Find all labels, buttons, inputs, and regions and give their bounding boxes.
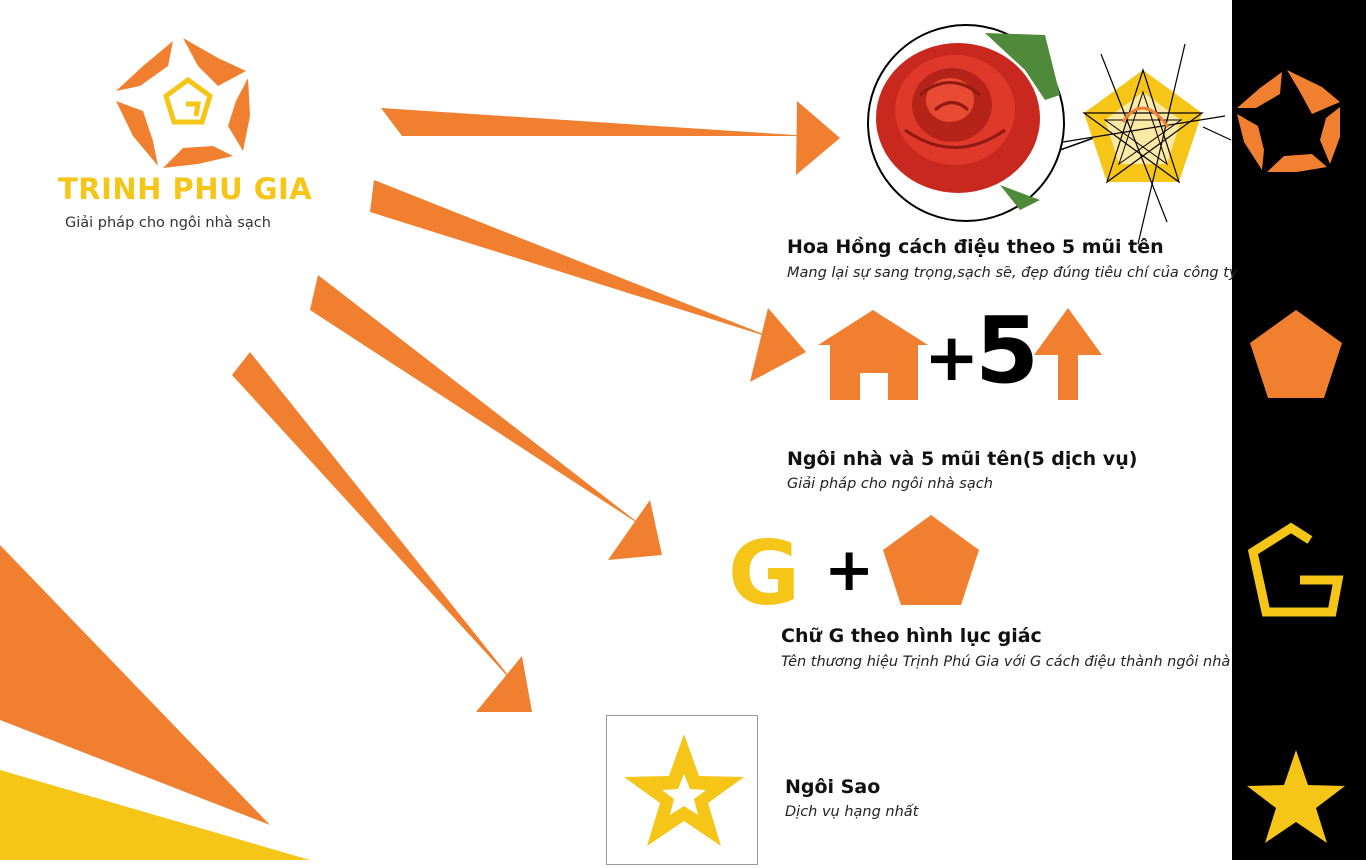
pentagon-icon <box>883 515 979 605</box>
house-icon <box>818 310 928 400</box>
five-number: 5 <box>975 297 1040 404</box>
section-house-title: Ngôi nhà và 5 mũi tên(5 dịch vụ) <box>787 448 1138 470</box>
section-rose-title: Hoa Hồng cách điệu theo 5 mũi tên <box>787 236 1164 258</box>
star-box <box>606 715 758 865</box>
g-letter: G <box>728 522 801 625</box>
star-geometry-icon <box>1062 43 1232 245</box>
section-g-subtitle: Tên thương hiệu Trịnh Phú Gia với G cách… <box>781 654 1231 670</box>
g-plus-sign: + <box>824 535 875 605</box>
star-icon <box>624 734 744 846</box>
house-plus-sign: + <box>924 319 980 396</box>
pinwheel-pentagon-logo-icon <box>116 38 250 168</box>
section-rose-subtitle: Mang lại sự sang trọng,sạch sẽ, đẹp đúng… <box>787 265 1238 281</box>
arrow-to-rose <box>381 101 840 175</box>
brand-tagline: Giải pháp cho ngôi nhà sạch <box>65 215 271 231</box>
section-star-title: Ngôi Sao <box>785 776 881 798</box>
section-g-title: Chữ G theo hình lục giác <box>781 625 1042 647</box>
decor-yellow-wedge <box>0 770 310 860</box>
section-house-subtitle: Giải pháp cho ngôi nhà sạch <box>787 476 993 492</box>
section-star-subtitle: Dịch vụ hạng nhất <box>785 804 919 820</box>
arrow-to-house <box>370 180 806 382</box>
brand-name: TRINH PHU GIA <box>58 172 313 206</box>
